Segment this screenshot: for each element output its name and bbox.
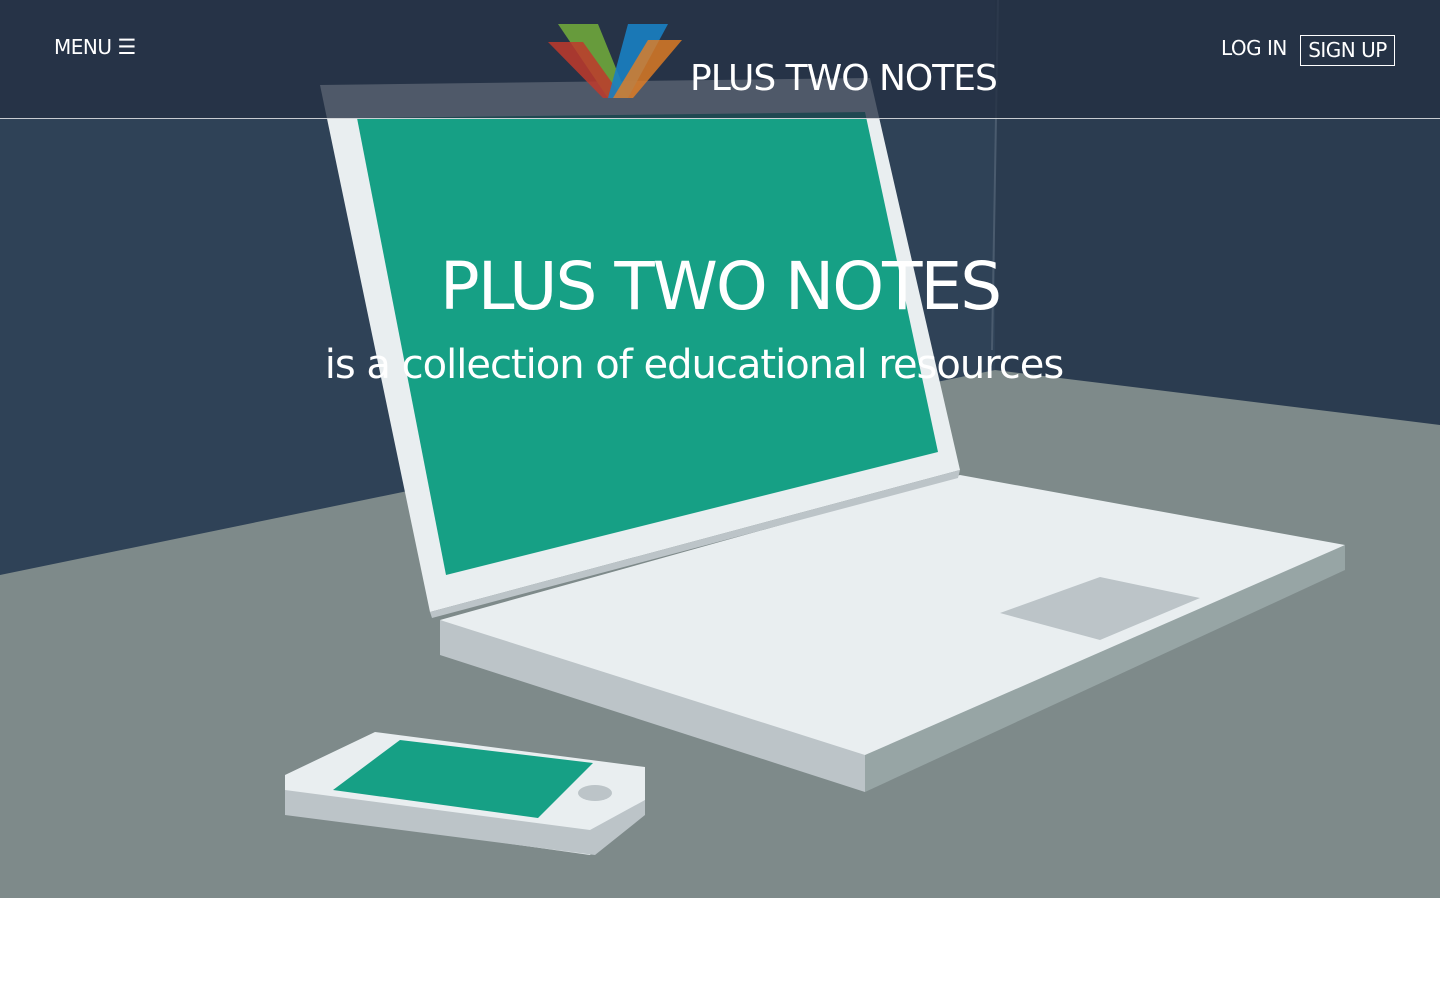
top-navbar: MENU ☰ PLUS TWO NOTES LOG IN SIGN UP bbox=[0, 0, 1440, 119]
login-link[interactable]: LOG IN bbox=[1221, 36, 1287, 60]
brand-title[interactable]: PLUS TWO NOTES bbox=[690, 58, 998, 99]
hero-section: MENU ☰ PLUS TWO NOTES LOG IN SIGN UP PLU… bbox=[0, 0, 1440, 898]
hero-title: PLUS TWO NOTES bbox=[439, 248, 1002, 325]
hero-illustration bbox=[0, 0, 1440, 898]
signup-button[interactable]: SIGN UP bbox=[1300, 35, 1395, 66]
menu-button[interactable]: MENU ☰ bbox=[54, 35, 136, 59]
hamburger-icon: ☰ bbox=[117, 34, 137, 59]
content-area bbox=[0, 898, 1440, 1000]
v-logo-icon[interactable] bbox=[548, 22, 682, 100]
hero-subtitle: is a collection of educational resources bbox=[324, 342, 1064, 388]
menu-label: MENU bbox=[54, 35, 112, 59]
